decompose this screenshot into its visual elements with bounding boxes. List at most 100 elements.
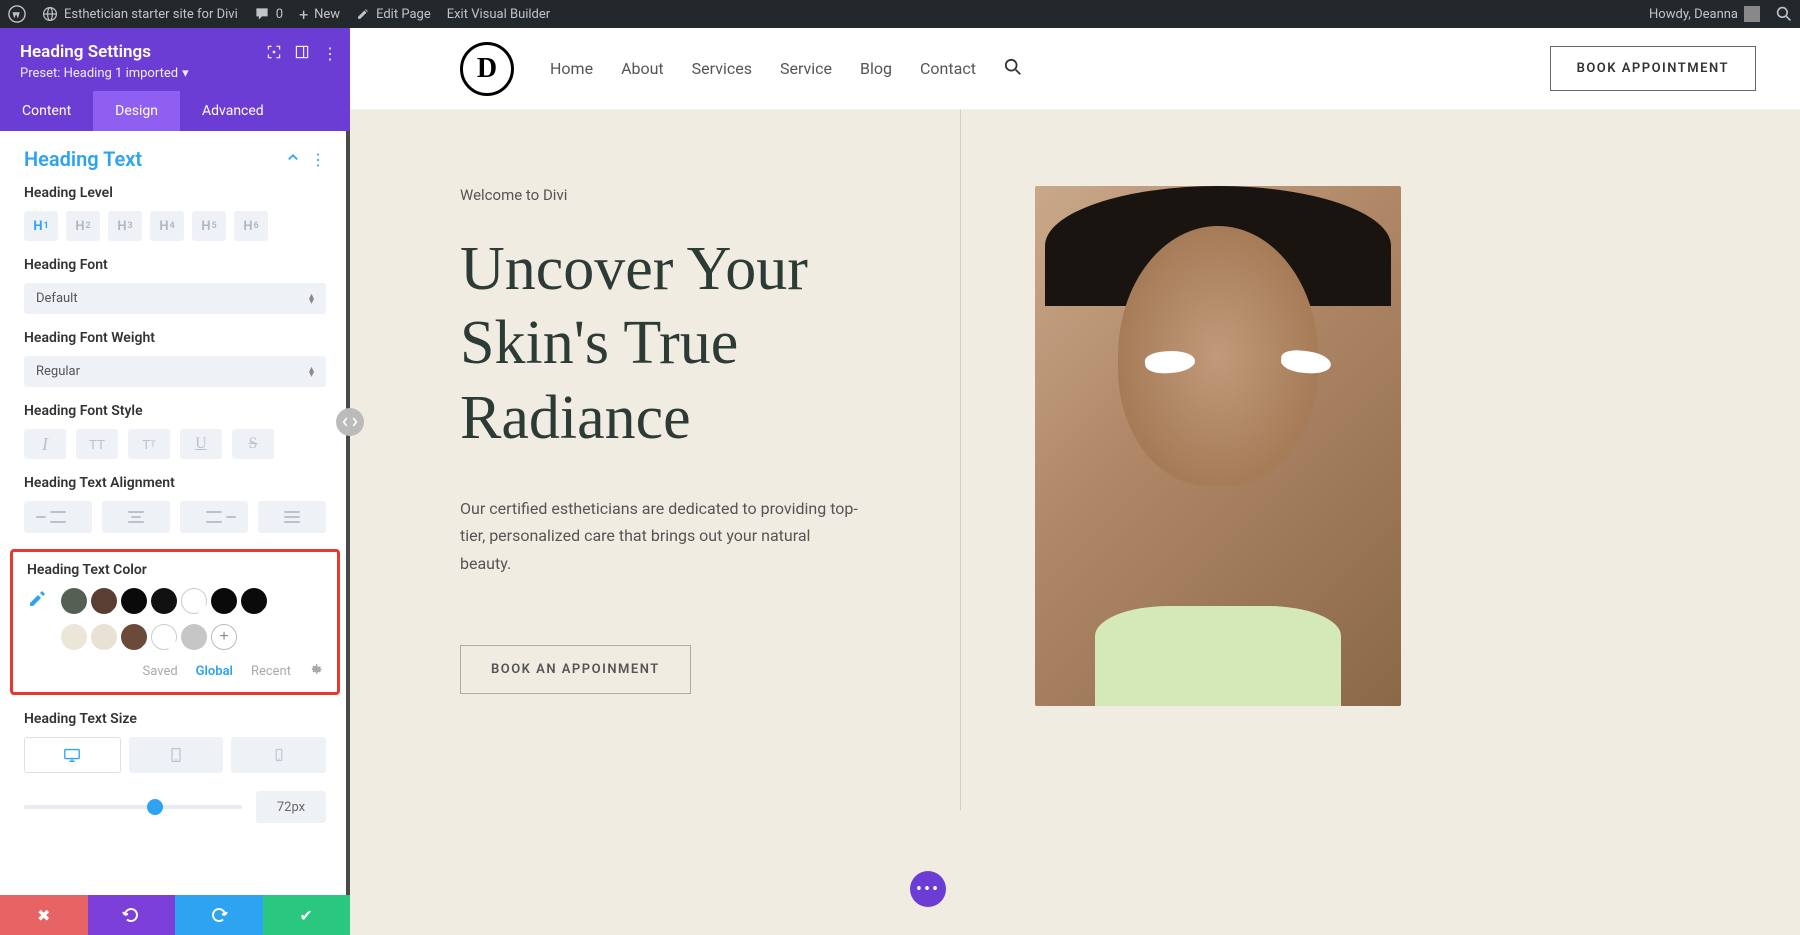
- italic-button[interactable]: I: [24, 429, 66, 459]
- color-tab-saved[interactable]: Saved: [143, 664, 178, 679]
- sidebar-resize-handle[interactable]: [336, 408, 364, 436]
- section-title: Heading Text: [24, 147, 142, 171]
- sidebar-bottom-bar: ✖ ✔: [0, 895, 350, 935]
- wp-edit-page[interactable]: Edit Page: [356, 7, 431, 22]
- select-arrows-icon: ▴▾: [309, 294, 314, 304]
- h6-button[interactable]: H6: [234, 211, 268, 241]
- nav-service[interactable]: Service: [780, 59, 832, 78]
- heading-level-group: H1 H2 H3 H4 H5 H6: [24, 211, 326, 241]
- sidebar-content: Heading Text ⋮ Heading Level H1 H2 H3 H4…: [0, 131, 350, 895]
- select-arrows-icon: ▴▾: [309, 367, 314, 377]
- color-swatch[interactable]: [91, 588, 117, 614]
- hero-heading[interactable]: Uncover Your Skin's True Radiance: [460, 232, 920, 455]
- align-left-button[interactable]: [24, 501, 92, 533]
- tab-advanced[interactable]: Advanced: [180, 91, 286, 131]
- color-swatch[interactable]: [211, 588, 237, 614]
- align-justify-button[interactable]: [258, 501, 326, 533]
- color-section-highlighted: Heading Text Color: [10, 549, 340, 695]
- h2-button[interactable]: H2: [66, 211, 100, 241]
- hero-cta-button[interactable]: BOOK AN APPOINMENT: [460, 645, 691, 694]
- color-swatch[interactable]: [91, 624, 117, 650]
- color-swatch[interactable]: [151, 624, 177, 650]
- redo-button[interactable]: [175, 895, 263, 935]
- label-heading-level: Heading Level: [24, 185, 326, 201]
- search-icon[interactable]: [1004, 58, 1022, 80]
- add-color-button[interactable]: +: [211, 624, 237, 650]
- size-value-input[interactable]: 72px: [256, 791, 326, 823]
- hero-welcome-text: Welcome to Divi: [460, 186, 920, 204]
- wp-comments-link[interactable]: 0: [254, 6, 283, 22]
- wp-exit-vb[interactable]: Exit Visual Builder: [447, 7, 550, 22]
- comments-count: 0: [276, 7, 283, 22]
- color-swatch[interactable]: [181, 624, 207, 650]
- tab-design[interactable]: Design: [93, 91, 180, 131]
- h5-button[interactable]: H5: [192, 211, 226, 241]
- color-swatch[interactable]: [121, 624, 147, 650]
- nav-services[interactable]: Services: [692, 59, 752, 78]
- color-swatch[interactable]: [61, 588, 87, 614]
- weight-select[interactable]: Regular ▴▾: [24, 356, 326, 387]
- color-swatch[interactable]: [181, 588, 207, 614]
- label-font-weight: Heading Font Weight: [24, 330, 326, 346]
- color-swatch[interactable]: [241, 588, 267, 614]
- color-settings-icon[interactable]: [309, 662, 323, 680]
- color-tab-global[interactable]: Global: [196, 664, 233, 679]
- book-appointment-button[interactable]: BOOK APPOINTMENT: [1550, 46, 1756, 91]
- more-icon[interactable]: ⋮: [322, 44, 338, 64]
- nav-contact[interactable]: Contact: [920, 59, 976, 78]
- strikethrough-button[interactable]: S: [232, 429, 274, 459]
- save-button[interactable]: ✔: [263, 895, 351, 935]
- color-swatch[interactable]: [61, 624, 87, 650]
- nav-about[interactable]: About: [621, 59, 664, 78]
- font-select[interactable]: Default ▴▾: [24, 283, 326, 314]
- hero-description: Our certified estheticians are dedicated…: [460, 495, 860, 577]
- wp-admin-bar: Esthetician starter site for Divi 0 + Ne…: [0, 0, 1800, 28]
- collapse-icon[interactable]: [286, 150, 300, 169]
- site-name: Esthetician starter site for Divi: [64, 7, 238, 22]
- plus-icon: +: [299, 5, 308, 24]
- preview-pane: D Home About Services Service Blog Conta…: [350, 28, 1800, 935]
- nav-blog[interactable]: Blog: [860, 59, 892, 78]
- nav-menu: Home About Services Service Blog Contact: [550, 58, 1022, 80]
- nav-home[interactable]: Home: [550, 59, 593, 78]
- cancel-button[interactable]: ✖: [0, 895, 88, 935]
- h1-button[interactable]: H1: [24, 211, 58, 241]
- size-slider[interactable]: [24, 805, 242, 809]
- hero-image: [1035, 186, 1401, 706]
- wp-search-icon[interactable]: [1776, 6, 1792, 22]
- preset-selector[interactable]: Preset: Heading 1 imported ▾: [20, 66, 330, 81]
- chevron-down-icon: ▾: [182, 66, 189, 81]
- sidebar-tabs: Content Design Advanced: [0, 91, 350, 131]
- smallcaps-button[interactable]: TT: [128, 429, 170, 459]
- color-swatches-row2: +: [61, 624, 237, 650]
- undo-button[interactable]: [88, 895, 176, 935]
- color-palette-tabs: Saved Global Recent: [27, 662, 323, 680]
- slider-thumb[interactable]: [147, 799, 163, 815]
- panel-icon[interactable]: [294, 44, 310, 64]
- device-tabs: [24, 737, 326, 773]
- wp-logo-icon[interactable]: [8, 5, 26, 23]
- color-swatch[interactable]: [121, 588, 147, 614]
- label-text-size: Heading Text Size: [24, 711, 326, 727]
- h3-button[interactable]: H3: [108, 211, 142, 241]
- align-right-button[interactable]: [180, 501, 248, 533]
- color-tab-recent[interactable]: Recent: [251, 664, 291, 679]
- tab-content[interactable]: Content: [0, 91, 93, 131]
- device-tablet-button[interactable]: [129, 737, 224, 773]
- wp-user-greeting[interactable]: Howdy, Deanna: [1649, 6, 1760, 22]
- underline-button[interactable]: U: [180, 429, 222, 459]
- wp-new-link[interactable]: + New: [299, 5, 340, 24]
- eyedropper-icon[interactable]: [27, 589, 51, 614]
- uppercase-button[interactable]: TT: [76, 429, 118, 459]
- wp-site-link[interactable]: Esthetician starter site for Divi: [42, 6, 238, 22]
- site-logo[interactable]: D: [460, 42, 514, 96]
- floating-more-button[interactable]: •••: [910, 871, 946, 907]
- h4-button[interactable]: H4: [150, 211, 184, 241]
- focus-icon[interactable]: [266, 44, 282, 64]
- label-heading-font: Heading Font: [24, 257, 326, 273]
- device-phone-button[interactable]: [231, 737, 326, 773]
- section-more-icon[interactable]: ⋮: [310, 150, 326, 169]
- device-desktop-button[interactable]: [24, 737, 121, 773]
- align-center-button[interactable]: [102, 501, 170, 533]
- color-swatch[interactable]: [151, 588, 177, 614]
